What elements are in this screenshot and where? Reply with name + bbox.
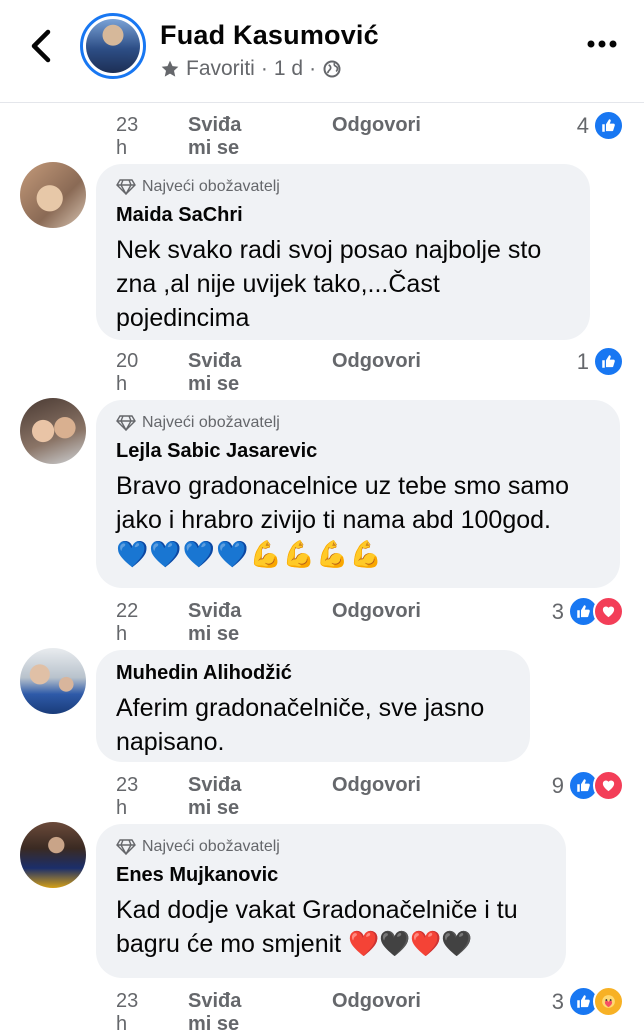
comment-line: Nek svako radi svoj posao najbolje sto bbox=[116, 236, 542, 264]
commenter-avatar[interactable] bbox=[20, 648, 86, 714]
comment-text: Nek svako radi svoj posao najbolje sto z… bbox=[116, 233, 570, 335]
reaction-count: 9 bbox=[551, 772, 564, 798]
reply-button[interactable]: Odgovori bbox=[332, 990, 421, 1013]
favorites-label: Favoriti bbox=[186, 57, 255, 80]
reply-button[interactable]: Odgovori bbox=[332, 350, 421, 373]
comment-time: 20 h bbox=[116, 350, 139, 395]
comment-text: Aferim gradonačelniče, sve jasno napisan… bbox=[116, 691, 510, 759]
comment-bubble: Najveći obožavatelj Maida SaChri Nek sva… bbox=[96, 164, 590, 340]
reaction-count: 1 bbox=[576, 348, 589, 374]
reply-button[interactable]: Odgovori bbox=[332, 774, 421, 797]
comment-line: pojedincima bbox=[116, 304, 250, 332]
comment-time: 23 h bbox=[116, 114, 139, 159]
comment-bubble: Muhedin Alihodžić Aferim gradonačelniče,… bbox=[96, 650, 530, 762]
like-button[interactable]: Sviđa mi se bbox=[188, 600, 241, 646]
commenter-avatar[interactable] bbox=[20, 398, 86, 464]
reaction-summary[interactable]: 3 bbox=[552, 986, 624, 1017]
globe-icon bbox=[323, 60, 341, 78]
reply-button[interactable]: Odgovori bbox=[332, 600, 421, 623]
comment-text: Kad dodje vakat Gradonačelniče i tu bagr… bbox=[116, 893, 546, 961]
love-reaction-icon bbox=[593, 596, 624, 627]
reaction-summary[interactable]: 9 bbox=[552, 770, 624, 801]
badge-label: Najveći obožavatelj bbox=[142, 838, 280, 855]
reaction-summary[interactable]: 4 bbox=[577, 110, 624, 141]
comment-bubble: Najveći obožavatelj Enes Mujkanovic Kad … bbox=[96, 824, 566, 978]
commenter-name[interactable]: Maida SaChri bbox=[116, 204, 570, 227]
commenter-avatar[interactable] bbox=[20, 162, 86, 228]
reaction-count: 3 bbox=[551, 598, 564, 624]
comment-time: 23 h bbox=[116, 774, 139, 819]
diamond-icon bbox=[116, 415, 136, 431]
emoji-line: 💙💙💙💙💪💪💪💪 bbox=[116, 539, 383, 569]
post-header: Fuad Kasumović Favoriti · 1 d · bbox=[0, 0, 644, 103]
like-reaction-icon bbox=[593, 346, 624, 377]
love-reaction-icon bbox=[593, 770, 624, 801]
commenter-name[interactable]: Muhedin Alihodžić bbox=[116, 662, 510, 685]
back-arrow-icon[interactable] bbox=[26, 28, 56, 64]
reaction-count: 3 bbox=[551, 988, 564, 1014]
like-button[interactable]: Sviđa mi se bbox=[188, 350, 241, 396]
commenter-name[interactable]: Lejla Sabic Jasarevic bbox=[116, 440, 600, 463]
comment-bubble: Najveći obožavatelj Lejla Sabic Jasarevi… bbox=[96, 400, 620, 588]
like-button[interactable]: Sviđa mi se bbox=[188, 774, 241, 820]
comment-line: Bravo gradonacelnice uz tebe smo samo bbox=[116, 472, 570, 500]
reply-button[interactable]: Odgovori bbox=[332, 114, 421, 137]
author-avatar[interactable] bbox=[80, 13, 146, 79]
badge-label: Najveći obožavatelj bbox=[142, 414, 280, 431]
comment-time: 23 h bbox=[116, 990, 139, 1035]
reaction-summary[interactable]: 1 bbox=[577, 346, 624, 377]
more-options-icon[interactable] bbox=[586, 36, 618, 52]
reaction-count: 4 bbox=[576, 112, 589, 138]
diamond-icon bbox=[116, 179, 136, 195]
badge-label: Najveći obožavatelj bbox=[142, 178, 280, 195]
like-button[interactable]: Sviđa mi se bbox=[188, 114, 241, 160]
comment-time: 22 h bbox=[116, 600, 139, 645]
author-name[interactable]: Fuad Kasumović bbox=[160, 20, 379, 51]
top-fan-badge: Najveći obožavatelj bbox=[116, 414, 600, 432]
like-reaction-icon bbox=[593, 110, 624, 141]
commenter-avatar[interactable] bbox=[20, 822, 86, 888]
like-button[interactable]: Sviđa mi se bbox=[188, 990, 241, 1036]
top-fan-badge: Najveći obožavatelj bbox=[116, 838, 546, 856]
post-meta: Favoriti · 1 d · bbox=[160, 57, 342, 81]
comment-line: bagru će mo smjenit ❤️🖤❤️🖤 bbox=[116, 930, 473, 958]
comment-line: zna ,al nije uvijek tako,...Čast bbox=[116, 270, 440, 298]
comment-text: Bravo gradonacelnice uz tebe smo samo ja… bbox=[116, 469, 600, 571]
commenter-name[interactable]: Enes Mujkanovic bbox=[116, 864, 546, 887]
meta-separator: · bbox=[260, 57, 268, 80]
comment-line: Kad dodje vakat Gradonačelniče i tu bbox=[116, 896, 518, 924]
star-icon bbox=[161, 60, 179, 77]
post-time[interactable]: 1 d bbox=[274, 57, 303, 81]
comment-line: napisano. bbox=[116, 728, 225, 756]
meta-separator: · bbox=[309, 57, 317, 80]
comment-line: Aferim gradonačelniče, sve jasno bbox=[116, 694, 485, 722]
reaction-summary[interactable]: 3 bbox=[552, 596, 624, 627]
care-reaction-icon bbox=[593, 986, 624, 1017]
top-fan-badge: Najveći obožavatelj bbox=[116, 178, 570, 196]
diamond-icon bbox=[116, 839, 136, 855]
comment-line: jako i hrabro zivijo ti nama abd 100god. bbox=[116, 506, 551, 534]
